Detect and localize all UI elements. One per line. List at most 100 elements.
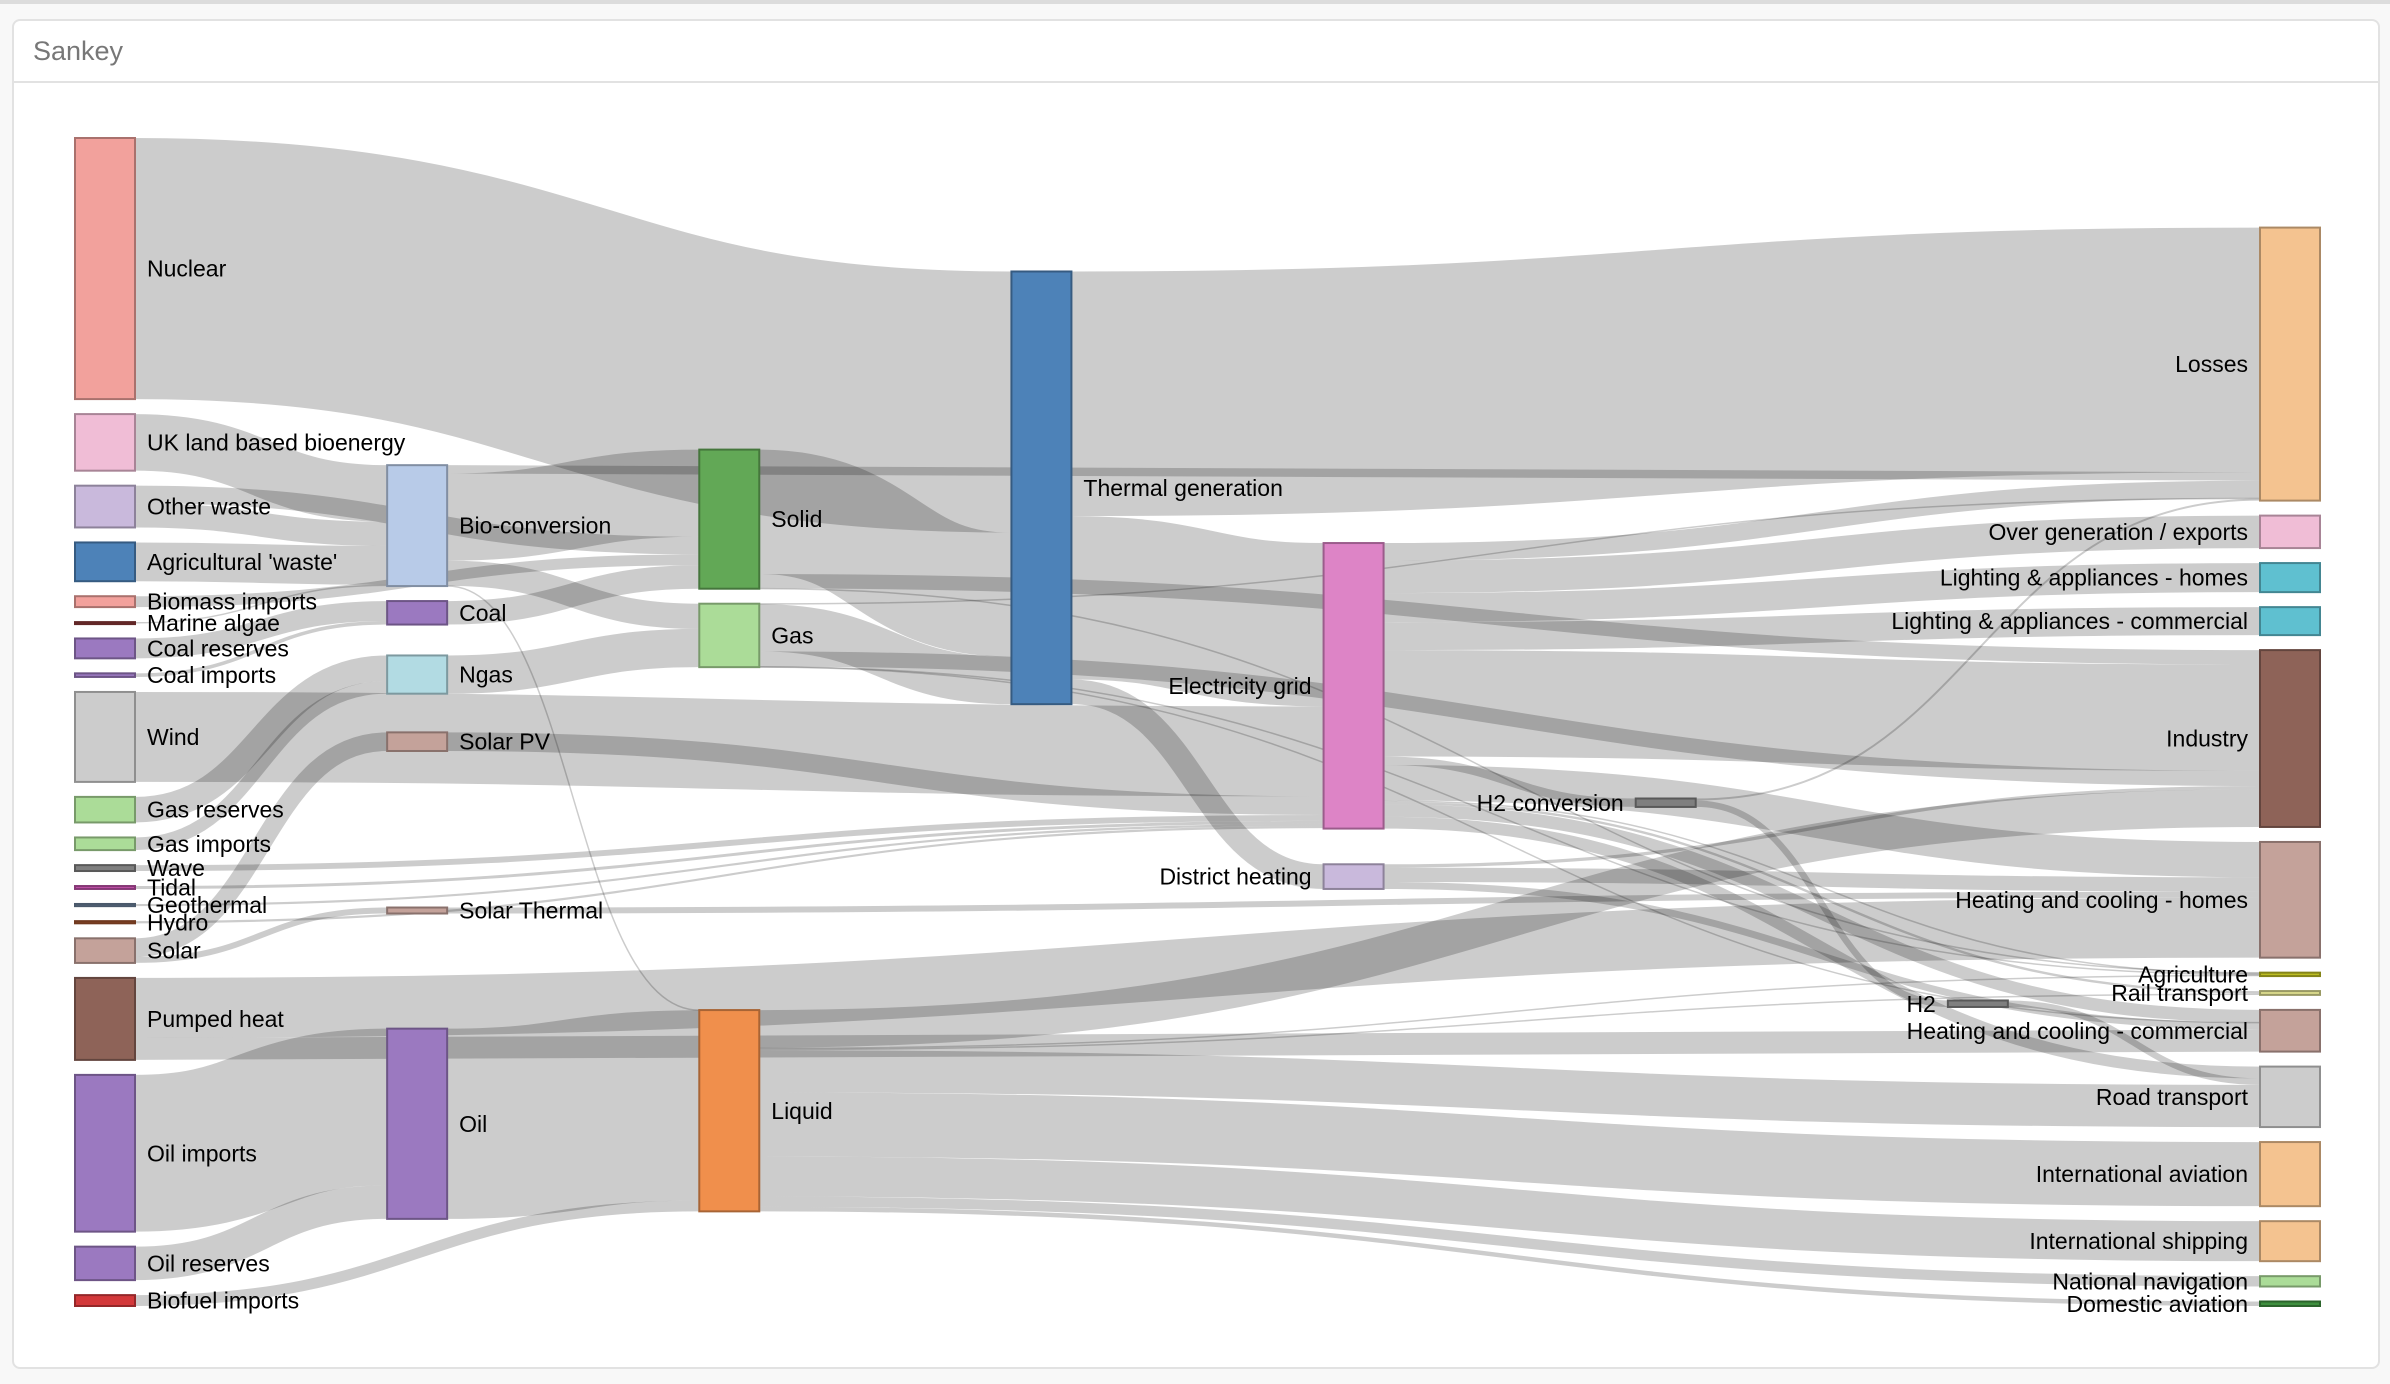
node-rect[interactable] bbox=[2259, 1220, 2321, 1263]
sankey-link[interactable]: Tidal → Electricity grid 9.452 TWh bbox=[134, 820, 1324, 889]
node-rect[interactable] bbox=[74, 976, 136, 1061]
node-rect[interactable] bbox=[2259, 562, 2321, 594]
sankey-link[interactable]: Thermal generation → Losses 787.129 TWh bbox=[1071, 227, 2261, 517]
sankey-node[interactable]: Domestic aviation bbox=[2066, 1291, 2321, 1317]
node-label: Agricultural 'waste' bbox=[147, 549, 337, 575]
sankey-node[interactable]: Gas reserves bbox=[74, 795, 284, 824]
node-rect[interactable] bbox=[2259, 1141, 2321, 1208]
node-label: Liquid bbox=[771, 1098, 832, 1124]
node-rect[interactable] bbox=[698, 602, 761, 669]
node-rect[interactable] bbox=[74, 413, 136, 472]
node-rect[interactable] bbox=[74, 1245, 136, 1282]
sankey-link[interactable]: Nuclear → Thermal generation 839.978 TWh bbox=[134, 138, 1012, 533]
node-label: H2 bbox=[1906, 991, 1935, 1017]
node-label: Lighting & appliances - commercial bbox=[1891, 608, 2248, 634]
sankey-node[interactable]: District heating bbox=[1159, 863, 1385, 890]
node-label: Losses bbox=[2175, 351, 2248, 377]
node-label: Domestic aviation bbox=[2066, 1291, 2248, 1317]
node-rect[interactable] bbox=[2259, 649, 2321, 828]
node-label: Over generation / exports bbox=[1988, 519, 2248, 545]
node-rect[interactable] bbox=[74, 137, 136, 401]
node-label: Gas reserves bbox=[147, 797, 284, 823]
node-rect[interactable] bbox=[74, 836, 136, 852]
sankey-node[interactable]: Oil reserves bbox=[74, 1245, 270, 1282]
node-label: Oil bbox=[459, 1111, 487, 1137]
node-rect[interactable] bbox=[74, 937, 136, 964]
node-rect[interactable] bbox=[2259, 971, 2321, 978]
node-label: Heating and cooling - homes bbox=[1955, 887, 2248, 913]
node-rect[interactable] bbox=[74, 690, 136, 783]
node-label: National navigation bbox=[2052, 1268, 2248, 1294]
node-rect[interactable] bbox=[386, 1027, 449, 1220]
node-label: Bio-conversion bbox=[459, 513, 611, 539]
sankey-link[interactable]: District heating → Heating and cooling -… bbox=[1383, 867, 2261, 892]
node-label: Solar Thermal bbox=[459, 898, 603, 924]
node-label: District heating bbox=[1159, 864, 1311, 890]
sankey-node[interactable]: National navigation bbox=[2052, 1268, 2321, 1294]
node-label: Industry bbox=[2166, 726, 2248, 752]
node-rect[interactable] bbox=[2259, 1008, 2321, 1053]
node-rect[interactable] bbox=[74, 1073, 136, 1233]
node-rect[interactable] bbox=[74, 864, 136, 873]
node-label: Coal reserves bbox=[147, 635, 289, 661]
node-rect[interactable] bbox=[2259, 226, 2321, 502]
node-rect[interactable] bbox=[2259, 990, 2321, 996]
node-rect[interactable] bbox=[74, 885, 136, 890]
sankey-node[interactable]: Gas imports bbox=[74, 831, 271, 857]
node-rect[interactable] bbox=[74, 672, 136, 678]
sankey-node[interactable]: Lighting & appliances - homes bbox=[1940, 562, 2321, 594]
node-label: Electricity grid bbox=[1168, 673, 1311, 699]
node-rect[interactable] bbox=[1322, 863, 1385, 890]
node-rect[interactable] bbox=[1010, 270, 1073, 706]
sankey-node[interactable]: Solar PV bbox=[386, 729, 551, 755]
node-rect[interactable] bbox=[1322, 542, 1385, 830]
sankey-node[interactable]: Coal imports bbox=[74, 662, 276, 688]
node-rect[interactable] bbox=[1634, 797, 1697, 808]
node-rect[interactable] bbox=[74, 637, 136, 660]
node-rect[interactable] bbox=[2259, 606, 2321, 637]
node-label: Solar PV bbox=[459, 729, 550, 755]
node-rect[interactable] bbox=[2259, 1300, 2321, 1307]
node-label: Ngas bbox=[459, 662, 513, 688]
sankey-node[interactable]: Over generation / exports bbox=[1988, 514, 2321, 550]
node-rect[interactable] bbox=[2259, 514, 2321, 550]
node-rect[interactable] bbox=[1946, 999, 2009, 1008]
node-rect[interactable] bbox=[386, 906, 449, 915]
sankey-node[interactable]: Rail transport bbox=[2111, 980, 2321, 1006]
node-label: International aviation bbox=[2036, 1161, 2248, 1187]
node-rect[interactable] bbox=[386, 600, 449, 626]
node-rect[interactable] bbox=[386, 731, 449, 752]
node-rect[interactable] bbox=[698, 1009, 761, 1213]
node-rect[interactable] bbox=[74, 595, 136, 609]
sankey-node[interactable]: Solar Thermal bbox=[386, 898, 603, 924]
sankey-node[interactable]: Biofuel imports bbox=[74, 1288, 299, 1314]
node-label: Thermal generation bbox=[1083, 475, 1282, 501]
node-rect[interactable] bbox=[2259, 1275, 2321, 1288]
node-rect[interactable] bbox=[74, 484, 136, 529]
node-label: Oil reserves bbox=[147, 1250, 270, 1276]
node-rect[interactable] bbox=[386, 464, 449, 588]
node-rect[interactable] bbox=[74, 902, 136, 908]
node-label: Heating and cooling - commercial bbox=[1907, 1018, 2248, 1044]
node-label: International shipping bbox=[2029, 1228, 2248, 1254]
sankey-node[interactable]: Marine algae bbox=[74, 610, 280, 636]
node-label: Other waste bbox=[147, 494, 271, 520]
sankey-node[interactable]: Coal bbox=[386, 600, 506, 626]
node-rect[interactable] bbox=[74, 541, 136, 583]
node-label: Lighting & appliances - homes bbox=[1940, 565, 2248, 591]
sankey-link[interactable]: Wind → Electricity grid 289.366 TWh bbox=[134, 691, 1324, 797]
sankey-node[interactable]: Coal reserves bbox=[74, 635, 289, 661]
node-label: Biofuel imports bbox=[147, 1288, 299, 1314]
node-rect[interactable] bbox=[2259, 840, 2321, 959]
node-rect[interactable] bbox=[2259, 1065, 2321, 1129]
node-rect[interactable] bbox=[386, 654, 449, 695]
node-rect[interactable] bbox=[74, 920, 136, 925]
node-rect[interactable] bbox=[74, 795, 136, 824]
sankey-link[interactable]: Thermal generation → Electricity grid 52… bbox=[1070, 516, 1325, 707]
node-label: Gas imports bbox=[147, 831, 271, 857]
node-label: Oil imports bbox=[147, 1140, 257, 1166]
node-label: Wave bbox=[147, 855, 205, 881]
node-rect[interactable] bbox=[74, 1294, 136, 1307]
node-rect[interactable] bbox=[698, 448, 761, 590]
node-rect[interactable] bbox=[74, 621, 136, 626]
